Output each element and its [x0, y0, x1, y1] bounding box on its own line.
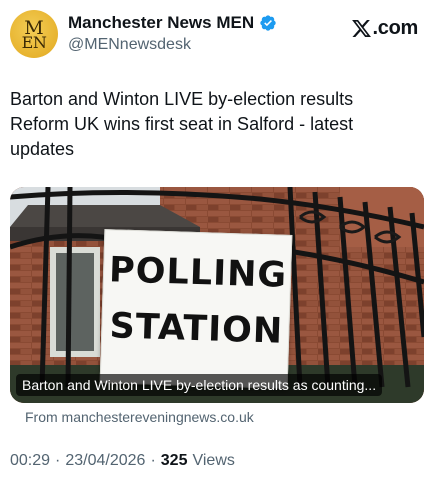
account-handle[interactable]: @MENnewsdesk [68, 36, 191, 54]
meta-separator: · [150, 452, 156, 469]
name-row: Manchester News MEN [68, 12, 277, 34]
tweet-text: Barton and Winton LIVE by-election resul… [10, 87, 424, 162]
avatar-monogram: M EN [10, 10, 58, 58]
x-brand: .com [351, 17, 418, 40]
views-label: Views [192, 452, 235, 469]
tweet-header: M EN Manchester News MEN @MENnewsdesk .c… [0, 0, 434, 70]
avatar-monogram-bottom: EN [21, 33, 47, 52]
display-name[interactable]: Manchester News MEN [68, 13, 254, 33]
sign-text-line: POLLING [108, 250, 288, 296]
card-source-link[interactable]: From manchestereveningnews.co.uk [25, 409, 254, 425]
tweet-meta: 00:29 · 23/04/2026 · 325 Views [10, 452, 235, 470]
link-card[interactable]: POLLING STATION Barton and Winton LIVE b… [10, 187, 424, 403]
meta-separator: · [55, 452, 61, 469]
sign-text-line: STATION [108, 306, 284, 352]
tweet-text-line: updates [10, 139, 75, 159]
tweet-time[interactable]: 00:29 [10, 452, 50, 470]
avatar[interactable]: M EN [10, 10, 58, 58]
tweet-text-line: Barton and Winton LIVE by-election resul… [10, 89, 354, 109]
polling-station-sign: POLLING STATION [99, 229, 293, 389]
x-brand-text: .com [372, 17, 419, 39]
tweet-date[interactable]: 23/04/2026 [65, 452, 145, 470]
verified-badge-icon [260, 15, 276, 31]
x-logo-icon [351, 19, 371, 38]
tweet-text-line: Reform UK wins first seat in Salford - l… [10, 114, 354, 134]
views-count: 325 [160, 452, 188, 469]
card-caption: Barton and Winton LIVE by-election resul… [16, 374, 383, 396]
